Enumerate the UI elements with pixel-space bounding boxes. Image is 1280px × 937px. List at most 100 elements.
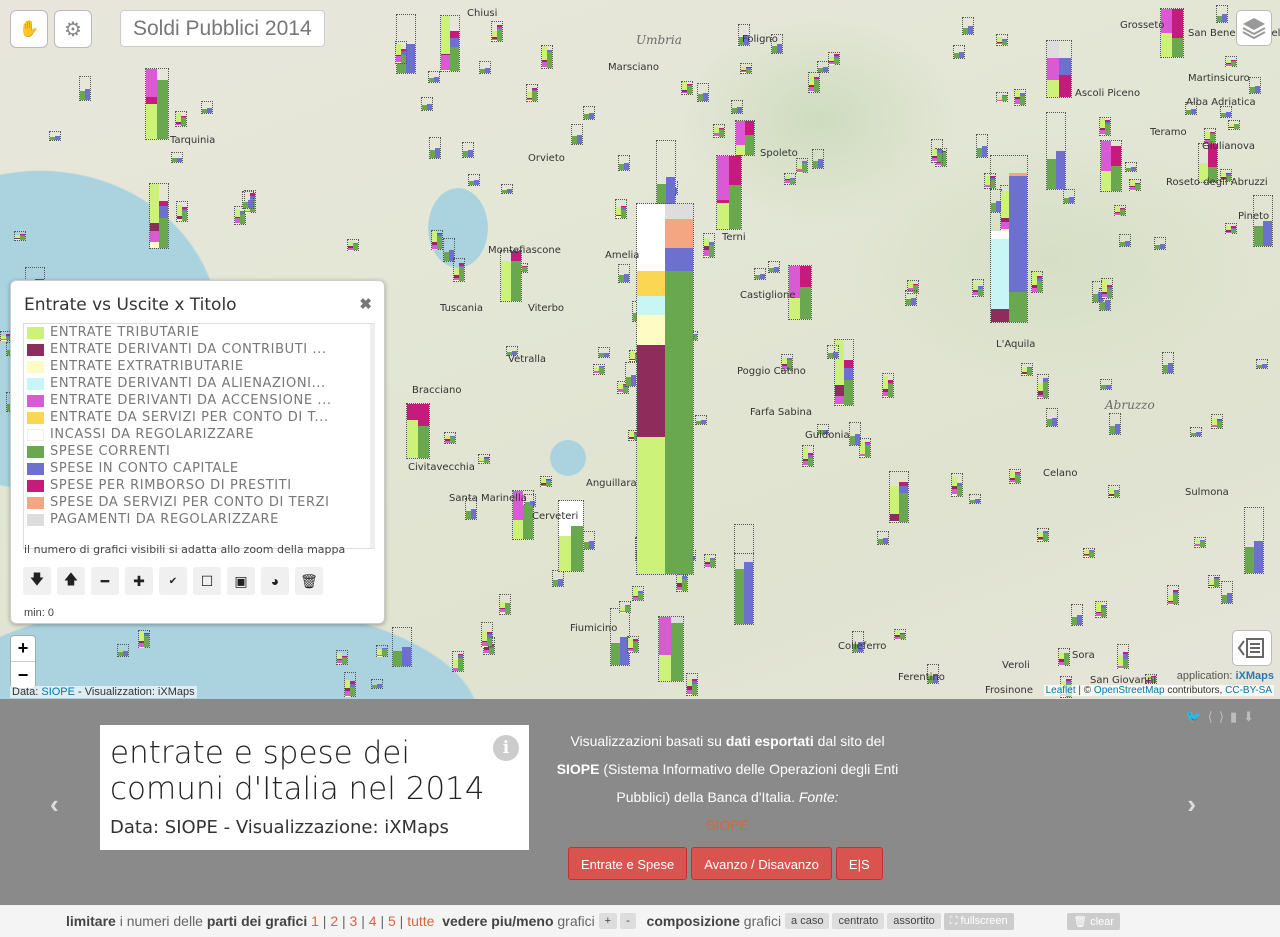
arrow-down-icon[interactable]: 🡇 — [23, 567, 51, 595]
chart-marker[interactable] — [713, 124, 725, 138]
legend-item[interactable]: SPESE CORRENTI — [24, 443, 370, 460]
legend-item[interactable]: ENTRATE EXTRATRIBUTARIE — [24, 358, 370, 375]
chart-marker[interactable] — [686, 673, 698, 696]
chart-marker[interactable] — [479, 61, 491, 74]
chart-marker[interactable] — [1244, 507, 1264, 574]
chart-marker[interactable] — [499, 594, 511, 615]
chart-marker[interactable] — [1114, 205, 1126, 216]
chart-marker[interactable] — [996, 34, 1008, 46]
chart-marker[interactable] — [540, 476, 552, 487]
chart-marker[interactable] — [376, 645, 388, 657]
chart-marker[interactable] — [1100, 379, 1112, 390]
chart-marker[interactable] — [1256, 359, 1268, 369]
chart-marker[interactable] — [598, 347, 610, 358]
leaflet-link[interactable]: Leaflet — [1046, 685, 1076, 696]
chart-marker[interactable] — [740, 63, 752, 74]
parts-3-link[interactable]: 3 — [350, 913, 358, 929]
chart-marker[interactable] — [371, 679, 383, 689]
chart-marker[interactable] — [695, 415, 707, 425]
chart-marker[interactable] — [1037, 374, 1049, 399]
close-icon[interactable]: ✖ — [359, 295, 372, 313]
chart-marker[interactable] — [768, 261, 780, 273]
chart-marker[interactable] — [1014, 89, 1026, 106]
share-icons[interactable]: 🐦⟨⟩▮⬇ — [1186, 709, 1260, 725]
chart-marker[interactable] — [462, 142, 474, 158]
chart-marker[interactable] — [444, 432, 456, 444]
arrow-up-icon[interactable]: 🡅 — [57, 567, 85, 595]
chart-marker[interactable] — [1031, 271, 1043, 293]
prev-arrow-icon[interactable]: ‹ — [50, 789, 59, 820]
chart-marker[interactable] — [704, 554, 716, 568]
chart-marker[interactable] — [491, 21, 503, 42]
chart-marker[interactable] — [632, 586, 644, 601]
chart-marker[interactable] — [428, 71, 440, 83]
chart-marker[interactable] — [171, 152, 183, 163]
chart-marker[interactable] — [877, 531, 889, 545]
chart-marker[interactable] — [336, 650, 348, 665]
chart-marker[interactable] — [242, 191, 254, 209]
legend-item[interactable]: ENTRATE DERIVANTI DA ALIENAZIONI... — [24, 375, 370, 392]
legend-item[interactable]: ENTRATE DERIVANTI DA CONTRIBUTI ... — [24, 341, 370, 358]
siope-link[interactable]: SIOPE — [41, 686, 75, 698]
chart-marker[interactable] — [1208, 575, 1220, 588]
chart-marker[interactable] — [734, 553, 754, 625]
chart-marker[interactable] — [615, 199, 627, 219]
chart-marker[interactable] — [953, 45, 965, 59]
plus-icon[interactable]: ✚ — [125, 567, 153, 595]
chart-marker[interactable] — [969, 494, 981, 504]
chart-marker[interactable] — [1190, 427, 1202, 437]
zoom-out-button[interactable]: − — [11, 662, 35, 688]
parts-4-link[interactable]: 4 — [369, 913, 377, 929]
chart-marker[interactable] — [802, 445, 814, 467]
chart-marker[interactable] — [395, 41, 407, 64]
chart-marker[interactable] — [406, 403, 430, 459]
osm-link[interactable]: OpenStreetMap — [1094, 685, 1165, 696]
chart-marker[interactable] — [703, 233, 715, 258]
chart-marker[interactable] — [468, 174, 480, 186]
chart-marker[interactable] — [619, 601, 631, 613]
fewer-charts-button[interactable]: - — [620, 913, 636, 929]
chart-marker[interactable] — [784, 173, 796, 185]
chart-marker[interactable] — [176, 201, 188, 222]
chart-marker[interactable] — [828, 52, 840, 65]
chart-marker[interactable] — [681, 81, 693, 95]
chart-marker[interactable] — [526, 84, 538, 102]
entrate-spese-button[interactable]: Entrate e Spese — [568, 847, 688, 880]
chart-marker[interactable] — [201, 101, 213, 114]
chart-marker[interactable] — [541, 45, 553, 69]
chart-marker[interactable] — [731, 100, 743, 114]
chart-marker[interactable] — [1228, 120, 1240, 130]
chart-marker[interactable] — [817, 61, 829, 73]
chart-marker[interactable] — [1009, 469, 1021, 484]
chart-marker[interactable] — [1046, 40, 1072, 98]
chart-marker[interactable] — [431, 230, 443, 250]
license-link[interactable]: CC-BY-SA — [1225, 685, 1272, 696]
zoom-in-button[interactable]: + — [11, 636, 35, 662]
info-icon[interactable]: i — [493, 735, 519, 761]
legend-item[interactable]: ENTRATE TRIBUTARIE — [24, 324, 370, 341]
legend-item[interactable]: INCASSI DA REGOLARIZZARE — [24, 426, 370, 443]
chart-marker[interactable] — [1221, 581, 1233, 604]
chart-marker[interactable] — [452, 651, 464, 672]
chart-marker[interactable] — [796, 158, 808, 173]
pie-icon[interactable]: ◕ — [261, 567, 289, 595]
chart-marker[interactable] — [1100, 140, 1122, 192]
chart-marker[interactable] — [1101, 278, 1113, 299]
chart-marker[interactable] — [429, 137, 441, 159]
chart-marker[interactable] — [894, 629, 906, 640]
chart-marker[interactable] — [1108, 485, 1120, 498]
legend-item[interactable]: SPESE PER RIMBORSO DI PRESTITI — [24, 477, 370, 494]
chart-marker[interactable] — [1225, 56, 1237, 67]
trash-icon[interactable]: 🗑 — [295, 567, 323, 595]
chart-marker[interactable] — [1154, 237, 1166, 250]
chart-marker[interactable] — [849, 422, 861, 446]
chart-marker[interactable] — [618, 264, 630, 283]
chart-marker[interactable] — [583, 106, 595, 120]
chart-marker[interactable] — [1117, 644, 1129, 669]
chart-marker[interactable] — [1058, 648, 1070, 666]
chart-marker[interactable] — [175, 111, 187, 127]
chart-marker[interactable] — [571, 124, 583, 145]
chart-marker[interactable] — [440, 15, 460, 72]
chart-marker[interactable] — [882, 373, 894, 398]
chart-marker[interactable] — [618, 155, 630, 171]
